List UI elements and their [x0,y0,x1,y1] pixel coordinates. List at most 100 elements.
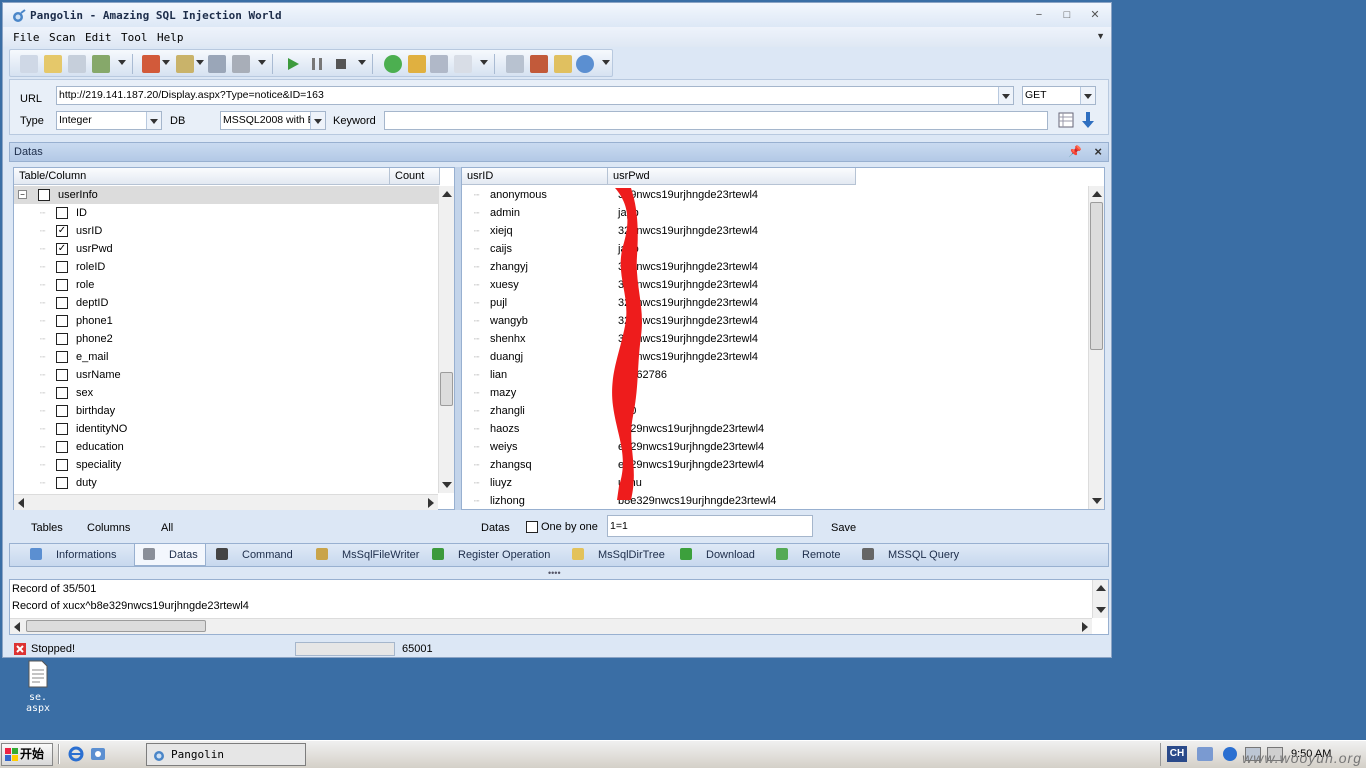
scroll-thumb[interactable] [1090,202,1103,350]
chevron-down-icon[interactable] [480,60,488,65]
menu-file[interactable]: File [13,31,40,44]
chevron-down-icon[interactable] [196,60,204,65]
column-checkbox[interactable] [56,441,68,453]
help-icon[interactable] [1223,747,1237,761]
tree-header-count[interactable]: Count [390,168,440,185]
scroll-down-icon[interactable] [442,482,452,488]
tree-column-row[interactable]: ┈ duty [14,474,438,492]
menu-scan[interactable]: Scan [49,31,76,44]
scroll-down-icon[interactable] [1092,498,1102,504]
tree-column-row[interactable]: ┈ e_mail [14,348,438,366]
table-row[interactable]: ┈ lizhong b8e329nwcs19urjhngde23rtewl4 [462,492,1088,510]
close-icon[interactable]: × [1094,144,1102,159]
datas-button[interactable]: Datas [481,522,510,534]
tab-register-operation[interactable]: Register Operation [424,544,562,566]
ime-indicator[interactable]: CH [1167,746,1187,762]
chevron-down-icon[interactable] [118,60,126,65]
table-row[interactable]: ┈ weiys e329nwcs19urjhngde23rtewl4 [462,438,1088,456]
scroll-up-icon[interactable] [1096,585,1106,591]
scroll-right-icon[interactable] [1082,622,1088,632]
column-checkbox[interactable] [56,333,68,345]
scroll-right-icon[interactable] [428,498,434,508]
tree-column-row[interactable]: ┈ usrName [14,366,438,384]
chevron-down-icon[interactable] [1080,87,1095,104]
tree-header-table[interactable]: Table/Column [14,168,390,185]
tree-column-row[interactable]: ┈ ✓ usrID [14,222,438,240]
column-checkbox[interactable] [56,405,68,417]
tab-download[interactable]: Download [672,544,766,566]
export-icon[interactable] [92,55,110,73]
grid-icon[interactable] [1058,112,1074,128]
table-row[interactable]: ┈ mazy [462,384,1088,402]
tab-mssqldirtree[interactable]: MsSqlDirTree [564,544,670,566]
tree-column-row[interactable]: ┈ birthday [14,402,438,420]
column-checkbox[interactable] [56,477,68,489]
taskbar-pangolin[interactable]: Pangolin [146,743,306,766]
scroll-down-icon[interactable] [1096,607,1106,613]
column-checkbox[interactable] [56,261,68,273]
title-bar[interactable]: Pangolin - Amazing SQL Injection World −… [3,3,1111,27]
database-icon[interactable] [232,55,250,73]
play-icon[interactable] [284,55,302,73]
pin-icon[interactable]: 📌 [1068,145,1082,158]
tree-hscrollbar[interactable] [14,494,438,510]
collapse-icon[interactable]: − [18,190,27,199]
tree-column-row[interactable]: ┈ phone1 [14,312,438,330]
table-row[interactable]: ┈ pujl 329nwcs19urjhngde23rtewl4 [462,294,1088,312]
menu-edit[interactable]: Edit [85,31,112,44]
column-checkbox[interactable] [56,279,68,291]
table-row[interactable]: ┈ admin japp [462,204,1088,222]
magnifier-icon[interactable] [454,55,472,73]
scan-icon[interactable] [430,55,448,73]
close-button[interactable]: ✕ [1087,8,1103,22]
inject-icon[interactable] [142,55,160,73]
table-row[interactable]: ┈ shenhx 329nwcs19urjhngde23rtewl4 [462,330,1088,348]
scroll-left-icon[interactable] [18,498,24,508]
tree-column-row[interactable]: ┈ ID [14,204,438,222]
info-icon[interactable] [576,55,594,73]
column-checkbox[interactable] [56,459,68,471]
table-row[interactable]: ┈ liuyz uzhu [462,474,1088,492]
grid-header-usrpwd[interactable]: usrPwd [608,168,856,185]
db-select[interactable]: MSSQL2008 with E [220,111,326,130]
grid-vscrollbar[interactable] [1088,186,1104,509]
tables-button[interactable]: Tables [31,522,63,534]
chevron-down-icon[interactable] [310,112,325,129]
document-icon[interactable] [68,55,86,73]
menu-help[interactable]: Help [157,31,184,44]
columns-button[interactable]: Columns [87,522,130,534]
scroll-thumb[interactable] [440,372,453,406]
column-checkbox[interactable] [56,315,68,327]
url-input[interactable]: http://219.141.187.20/Display.aspx?Type=… [56,86,1014,105]
table-row[interactable]: ┈ haozs e329nwcs19urjhngde23rtewl4 [462,420,1088,438]
all-button[interactable]: All [161,522,173,534]
keyword-input[interactable] [384,111,1048,130]
type-select[interactable]: Integer [56,111,162,130]
tab-mssql-query[interactable]: MSSQL Query [854,544,960,566]
table-row[interactable]: ┈ xuesy 329nwcs19urjhngde23rtewl4 [462,276,1088,294]
column-checkbox[interactable] [56,351,68,363]
column-checkbox[interactable] [56,207,68,219]
scroll-up-icon[interactable] [1092,191,1102,197]
table-row[interactable]: ┈ zhangli 170 [462,402,1088,420]
table-row[interactable]: ┈ wangyb 329nwcs19urjhngde23rtewl4 [462,312,1088,330]
desktop-file-icon[interactable]: se. aspx [14,660,62,714]
table-row[interactable]: ┈ caijs japp [462,240,1088,258]
grip-icon[interactable]: •••• [548,568,561,578]
tab-command[interactable]: Command [208,544,306,566]
pause-icon[interactable] [308,55,326,73]
chevron-down-icon[interactable] [358,60,366,65]
table-row[interactable]: ┈ lian 68362786 [462,366,1088,384]
table-row[interactable]: ┈ anonymous 329nwcs19urjhngde23rtewl4 [462,186,1088,204]
open-icon[interactable] [44,55,62,73]
column-checkbox[interactable] [56,387,68,399]
search-icon[interactable] [20,55,38,73]
network-icon[interactable] [1197,747,1213,761]
tree-column-row[interactable]: ┈ identityNO [14,420,438,438]
log-vscrollbar[interactable] [1092,580,1108,618]
column-checkbox[interactable] [56,369,68,381]
tree-column-row[interactable]: ┈ ✓ usrPwd [14,240,438,258]
scroll-up-icon[interactable] [442,191,452,197]
key-icon[interactable] [408,55,426,73]
stop-icon[interactable] [332,55,350,73]
